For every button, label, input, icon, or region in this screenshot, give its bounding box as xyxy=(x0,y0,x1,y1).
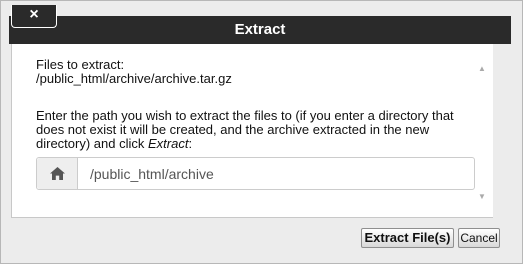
scroll-up-arrow-icon[interactable]: ▲ xyxy=(473,61,491,77)
instructions-action: Extract xyxy=(147,136,189,151)
dialog-titlebar: Extract × xyxy=(9,5,511,44)
extract-path-group xyxy=(36,157,476,190)
close-button[interactable]: × xyxy=(11,5,57,28)
extract-files-button[interactable]: Extract File(s) xyxy=(361,228,454,248)
home-addon xyxy=(37,158,78,189)
dialog-title: Extract xyxy=(234,21,286,38)
files-to-extract-path: /public_html/archive/archive.tar.gz xyxy=(36,71,232,86)
instructions-text: Enter the path you wish to extract the f… xyxy=(36,108,454,151)
home-icon xyxy=(50,167,65,180)
scroll-down-arrow-icon[interactable]: ▼ xyxy=(473,189,491,205)
extract-path-input[interactable] xyxy=(78,158,476,189)
files-to-extract-label: Files to extract: xyxy=(36,57,125,72)
instructions-colon: : xyxy=(188,136,193,151)
close-icon: × xyxy=(29,6,39,23)
cancel-button[interactable]: Cancel xyxy=(458,228,500,248)
extract-dialog: Extract × ▲ ▼ Files to extract: /public_… xyxy=(0,0,523,264)
extract-instructions: Enter the path you wish to extract the f… xyxy=(36,109,466,151)
